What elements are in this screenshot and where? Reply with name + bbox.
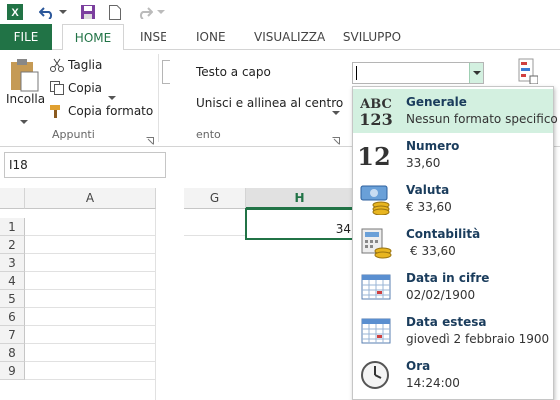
group-divider [158,54,159,142]
format-option-accounting[interactable]: Contabilità € 33,60 [353,221,553,265]
wrap-text-button[interactable]: Testo a capo [196,65,271,79]
selected-cell-h1[interactable]: 34 [245,208,355,240]
new-document-icon[interactable] [108,3,122,21]
currency-icon [359,183,393,216]
undo-icon[interactable] [38,3,56,21]
paste-icon[interactable] [8,58,40,92]
format-painter-button[interactable]: Copia formato [68,104,153,118]
format-painter-icon [50,103,64,118]
font-box-edge[interactable] [162,60,170,84]
svg-text:X: X [11,7,19,19]
tab-view[interactable]: VISUALIZZA [254,24,325,50]
format-option-title: Contabilità [406,227,481,241]
number-12-icon: 12 [357,139,393,171]
format-option-sample: giovedì 2 febbraio 1900 [406,332,550,346]
conditional-formatting-icon[interactable] [518,58,539,85]
format-option-sample: 14:24:00 [406,376,460,390]
gridline [25,379,156,380]
12-glyph: 12 [359,142,391,171]
gridline [155,209,156,400]
format-option-currency[interactable]: Valuta € 33,60 [353,177,553,221]
tab-home[interactable]: HOME [62,24,124,51]
short-date-calendar-icon [359,271,393,303]
row-header-5[interactable]: 5 [0,290,25,308]
format-option-sample: 33,60 [406,156,441,170]
row-header-4[interactable]: 4 [0,272,25,290]
redo-icon[interactable] [136,3,154,21]
format-option-title: Ora [406,359,431,373]
gridline [25,343,156,344]
accounting-icon [359,227,393,259]
format-option-sample: Nessun formato specifico [406,112,558,126]
copy-button[interactable]: Copia [68,81,102,95]
row-header-8[interactable]: 8 [0,344,25,362]
scissors-icon [50,57,64,72]
format-option-sample: € 33,60 [410,244,456,258]
merge-center-button[interactable]: Unisci e allinea al centro [196,96,343,110]
column-header-h[interactable]: H [246,188,354,209]
name-box[interactable]: I18 [4,152,166,178]
123-glyph: 123 [359,110,392,127]
tab-developer[interactable]: SVILUPPO [342,24,402,50]
format-option-title: Data estesa [406,315,487,329]
gridline [25,253,156,254]
cell-h1-value: 34 [335,222,351,236]
format-option-long-date[interactable]: Data estesa giovedì 2 febbraio 1900 [353,309,553,353]
gridline [25,325,156,326]
select-all-corner[interactable] [0,188,25,209]
alignment-group-label: ento [196,128,221,141]
row-header-6[interactable]: 6 [0,308,25,326]
quick-access-toolbar: X [0,0,560,24]
clipboard-launcher-icon[interactable] [146,130,154,145]
clipboard-group-label: Appunti [52,128,95,141]
gridline [25,289,156,290]
number-format-dropdown: ABC 123 Generale Nessun formato specific… [352,86,558,400]
paste-button[interactable]: Incolla [6,92,45,106]
column-header-g[interactable]: G [184,188,246,209]
number-format-combobox[interactable] [352,62,484,84]
tab-formulas[interactable]: IONE [196,24,228,50]
format-option-title: Generale [406,95,467,109]
tab-insert[interactable]: INSER [140,24,166,50]
number-format-dropdown-button[interactable] [469,63,483,83]
format-option-title: Valuta [406,183,450,197]
row-header-1[interactable]: 1 [0,218,25,236]
format-option-title: Data in cifre [406,271,490,285]
undo-dropdown-icon[interactable] [58,3,68,21]
row-header-2[interactable]: 2 [0,236,25,254]
redo-dropdown-icon[interactable] [156,3,166,21]
row-header-3[interactable]: 3 [0,254,25,272]
tab-file[interactable]: FILE [0,24,52,50]
row-header-9[interactable]: 9 [0,362,25,380]
ribbon-tabs: FILE HOME INSER IONE VISUALIZZA SVILUPPO [0,24,560,51]
long-date-calendar-icon [359,315,393,347]
format-option-general[interactable]: ABC 123 Generale Nessun formato specific… [353,89,558,133]
paste-dropdown-icon[interactable] [20,110,28,124]
merge-dropdown-icon[interactable] [332,101,340,115]
chevron-down-icon [472,71,481,75]
format-option-short-date[interactable]: Data in cifre 02/02/1900 [353,265,553,309]
format-option-title: Numero [406,139,460,153]
row-header-7[interactable]: 7 [0,326,25,344]
abc-123-icon: ABC 123 [359,95,393,129]
format-option-sample: 02/02/1900 [406,288,476,302]
gridline [25,271,156,272]
gridline [25,307,156,308]
format-option-number[interactable]: 12 Numero 33,60 [353,133,553,177]
cut-button[interactable]: Taglia [68,58,102,72]
gridline [25,235,156,236]
text-cursor [356,66,357,80]
format-option-time[interactable]: Ora 14:24:00 [353,353,553,397]
gridline [25,361,156,362]
column-header-a[interactable]: A [25,188,156,209]
format-option-sample: € 33,60 [406,200,452,214]
alignment-launcher-icon[interactable] [332,130,340,145]
copy-dropdown-icon[interactable] [108,86,116,100]
clock-icon [359,359,393,391]
copy-icon [50,80,64,95]
excel-logo-icon: X [6,3,24,21]
save-icon[interactable] [80,3,96,21]
